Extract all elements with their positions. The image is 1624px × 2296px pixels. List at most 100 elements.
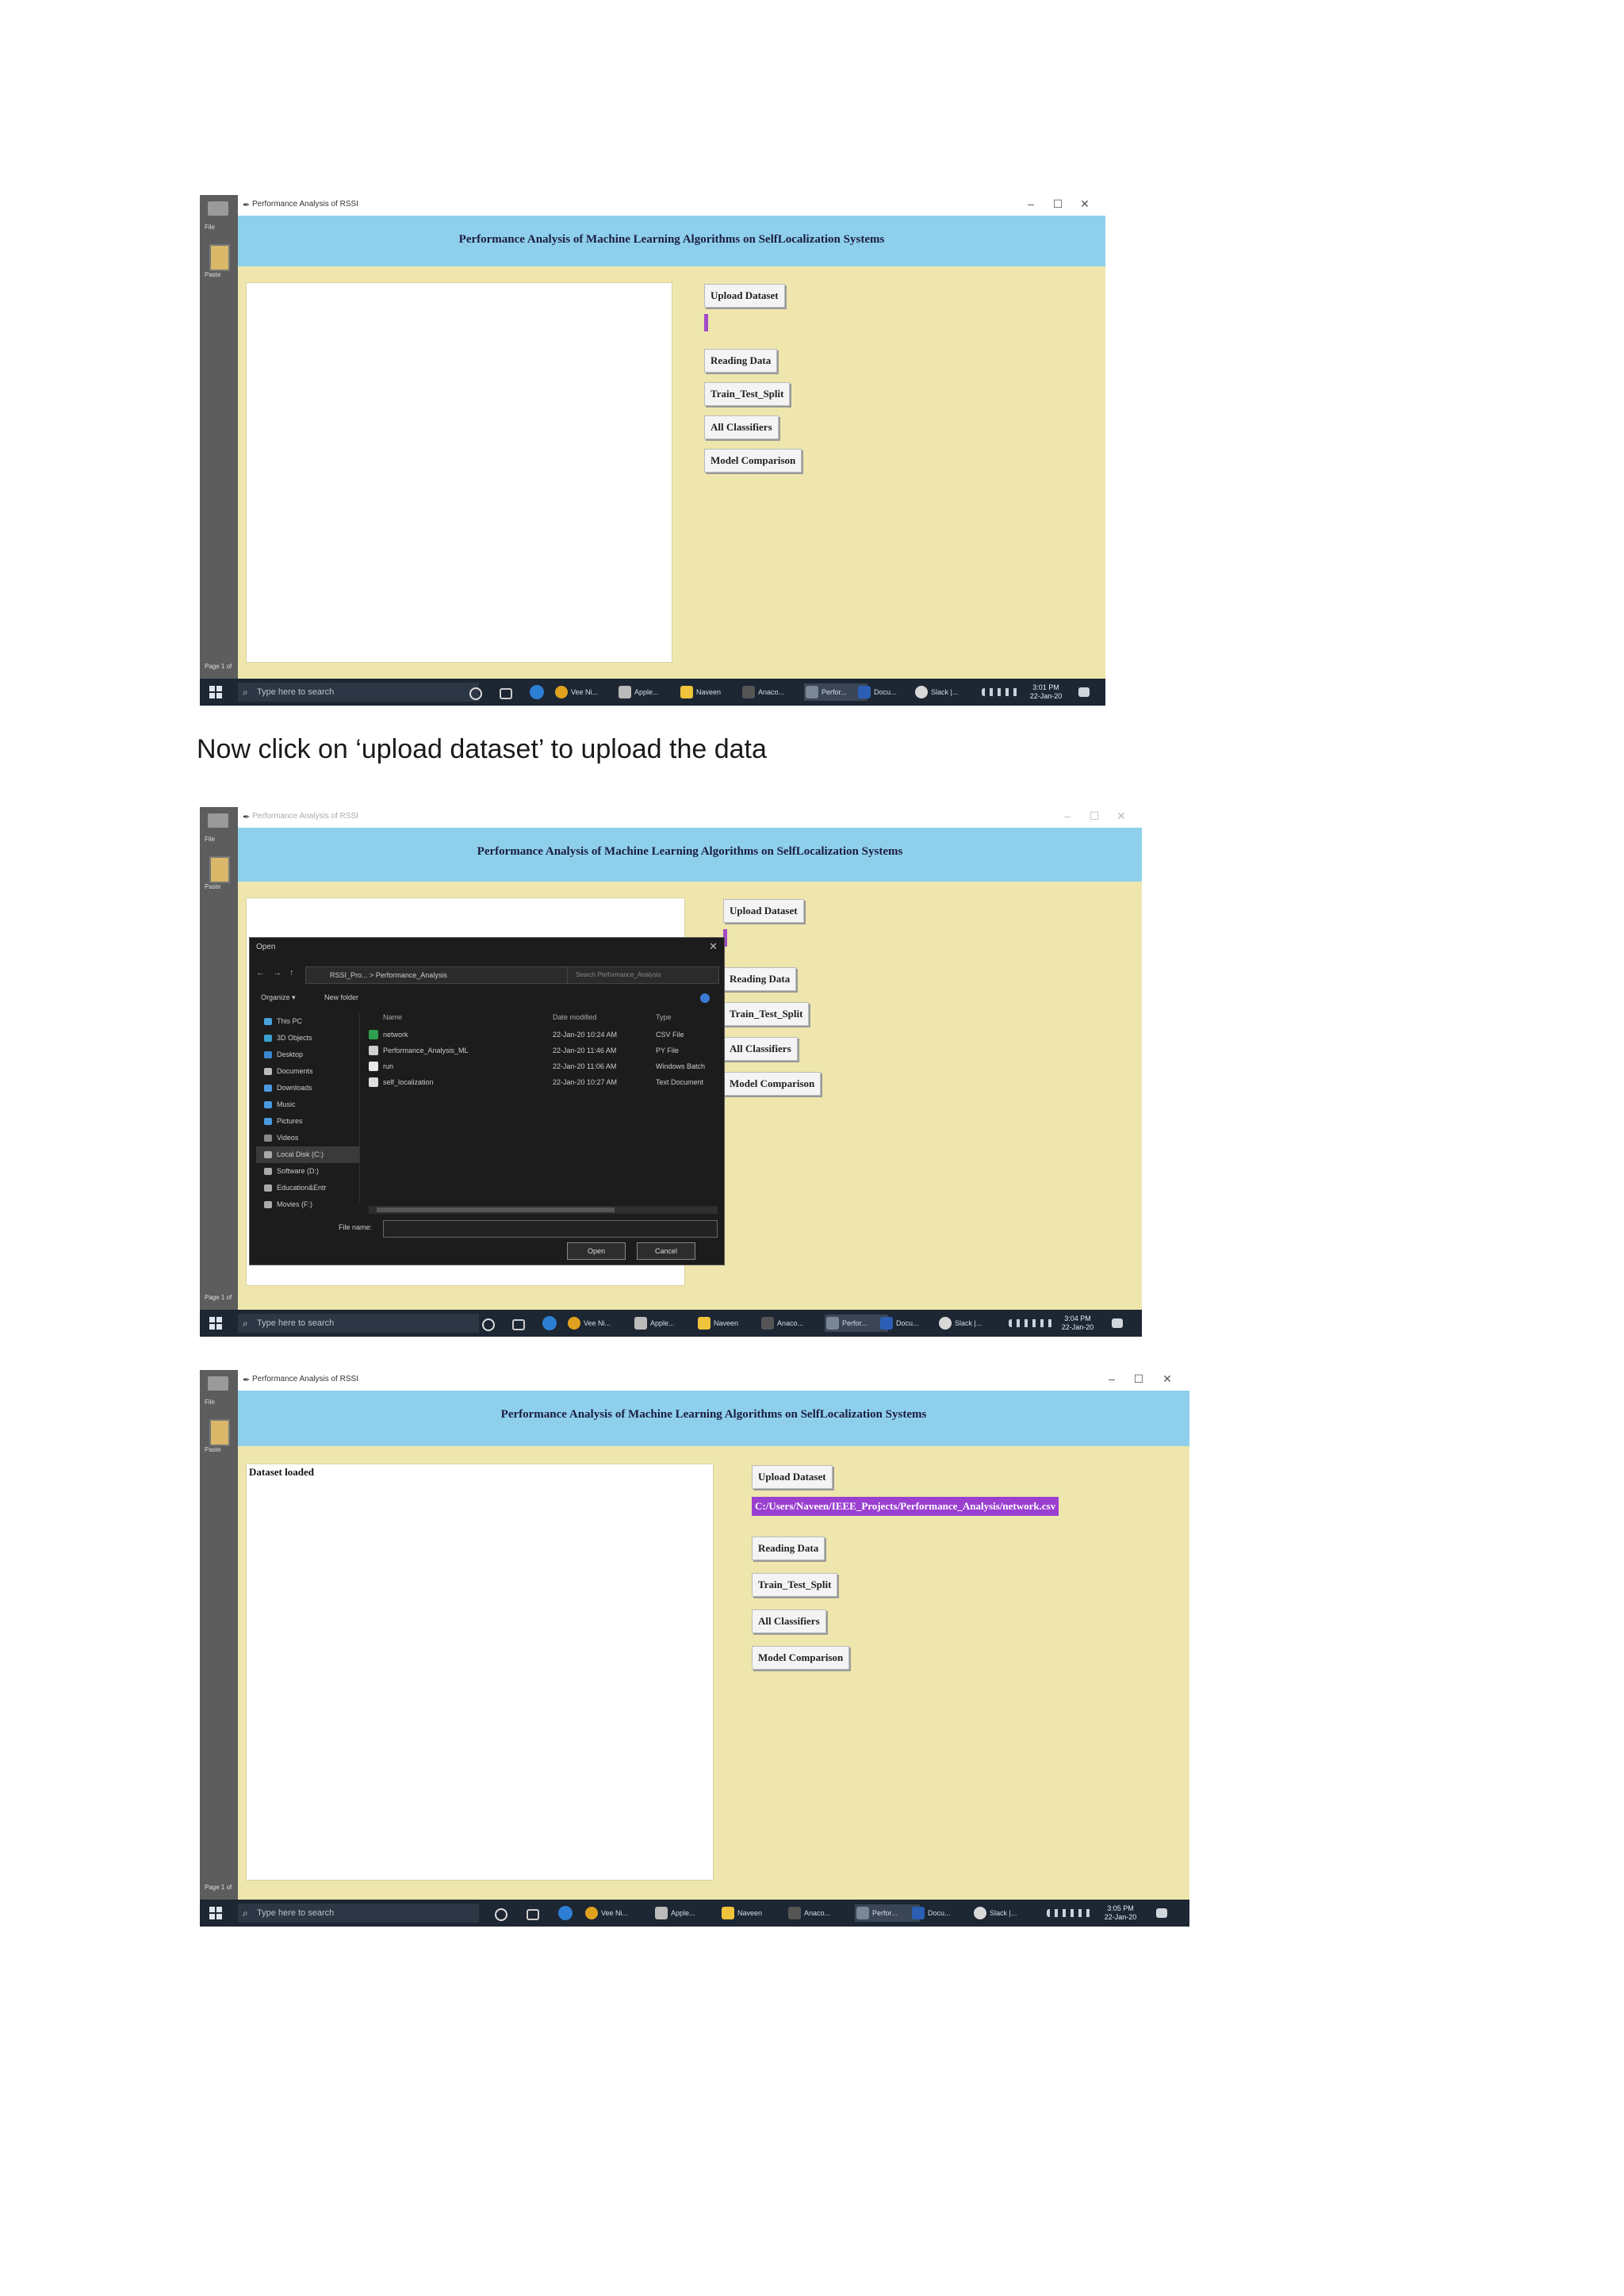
model-comparison-button[interactable]: Model Comparison [723, 1072, 822, 1096]
column-name[interactable]: Name [383, 1013, 402, 1021]
minimize-icon[interactable]: – [1020, 197, 1042, 210]
paste-icon[interactable] [209, 856, 230, 883]
file-row[interactable]: network 22-Jan-20 10:24 AM CSV File [369, 1027, 718, 1043]
windows-start-icon[interactable] [209, 1317, 222, 1330]
taskbar-app-anaconda[interactable]: Anaco... [741, 683, 784, 701]
nav-local-disk-c[interactable]: Local Disk (C:) [256, 1146, 359, 1163]
taskbar-app-anaconda[interactable]: Anaco... [760, 1314, 803, 1332]
taskbar-app-chrome[interactable]: Vee Ni... [584, 1904, 628, 1922]
taskbar-app-explorer[interactable]: Naveen [696, 1314, 738, 1332]
taskbar-app-apple[interactable]: Apple... [633, 1314, 675, 1332]
taskbar-clock[interactable]: 3:05 PM 22-Jan-20 [1102, 1904, 1139, 1922]
nav-software-d[interactable]: Software (D:) [256, 1163, 359, 1180]
all-classifiers-button[interactable]: All Classifiers [723, 1037, 798, 1061]
taskbar-app-explorer[interactable]: Naveen [679, 683, 721, 701]
task-view-icon[interactable] [527, 1909, 539, 1920]
file-row[interactable]: self_localization 22-Jan-20 10:27 AM Text … [369, 1074, 718, 1090]
taskbar-clock[interactable]: 3:04 PM 22-Jan-20 [1059, 1314, 1096, 1332]
all-classifiers-button[interactable]: All Classifiers [752, 1609, 826, 1633]
save-icon[interactable] [208, 201, 228, 216]
upload-dataset-button[interactable]: Upload Dataset [704, 284, 785, 308]
maximize-icon[interactable]: ☐ [1047, 197, 1069, 211]
save-icon[interactable] [208, 813, 228, 828]
model-comparison-button[interactable]: Model Comparison [752, 1646, 850, 1670]
task-view-icon[interactable] [512, 1319, 525, 1330]
file-name-input[interactable] [383, 1220, 718, 1238]
edge-icon[interactable] [530, 685, 544, 699]
organize-menu[interactable]: Organize ▾ [261, 993, 296, 1002]
nav-3d-objects[interactable]: 3D Objects [256, 1030, 359, 1047]
maximize-icon[interactable]: ☐ [1128, 1372, 1150, 1386]
column-type[interactable]: Type [656, 1013, 672, 1021]
taskbar-search-input[interactable]: ⌕ Type here to search [238, 1904, 479, 1923]
taskbar-app-chrome[interactable]: Vee Ni... [553, 683, 598, 701]
paste-icon[interactable] [209, 1419, 230, 1446]
taskbar-app-apple[interactable]: Apple... [617, 683, 659, 701]
taskbar-app-anaconda[interactable]: Anaco... [787, 1904, 830, 1922]
tray-icons[interactable] [982, 688, 1021, 696]
tray-icons[interactable] [1047, 1909, 1094, 1917]
nav-desktop[interactable]: Desktop [256, 1047, 359, 1063]
cortana-icon[interactable] [469, 687, 482, 700]
train-test-split-button[interactable]: Train_Test_Split [704, 382, 791, 406]
taskbar-search-input[interactable]: ⌕ Type here to search [238, 1314, 479, 1333]
file-row[interactable]: run 22-Jan-20 11:06 AM Windows Batch [369, 1058, 718, 1074]
reading-data-button[interactable]: Reading Data [752, 1536, 825, 1560]
notifications-icon[interactable] [1112, 1318, 1123, 1328]
edge-icon[interactable] [542, 1316, 557, 1330]
taskbar-app-word[interactable]: Docu... [879, 1314, 919, 1332]
taskbar-app-word[interactable]: Docu... [910, 1904, 951, 1922]
nav-documents[interactable]: Documents [256, 1063, 359, 1080]
output-textarea[interactable] [246, 282, 672, 663]
taskbar-app-chrome[interactable]: Vee Ni... [566, 1314, 611, 1332]
close-icon[interactable]: ✕ [1110, 809, 1132, 823]
reading-data-button[interactable]: Reading Data [704, 349, 778, 373]
taskbar-app-slack[interactable]: Slack |... [972, 1904, 1017, 1922]
nav-movies-f[interactable]: Movies (F:) [256, 1196, 359, 1213]
file-row[interactable]: Performance_Analysis_ML 22-Jan-20 11:46 A… [369, 1043, 718, 1058]
maximize-icon[interactable]: ☐ [1083, 809, 1105, 823]
taskbar-app-slack[interactable]: Slack |... [937, 1314, 982, 1332]
notifications-icon[interactable] [1078, 687, 1090, 697]
output-textarea[interactable]: Dataset loaded [246, 1464, 714, 1881]
taskbar-app-apple[interactable]: Apple... [653, 1904, 695, 1922]
paste-icon[interactable] [209, 244, 230, 271]
task-view-icon[interactable] [500, 688, 512, 699]
tray-icons[interactable] [1009, 1319, 1053, 1327]
horizontal-scrollbar[interactable] [369, 1206, 718, 1214]
help-icon[interactable] [700, 993, 710, 1003]
windows-start-icon[interactable] [209, 686, 222, 698]
nav-music[interactable]: Music [256, 1096, 359, 1113]
open-button[interactable]: Open [567, 1242, 626, 1260]
save-icon[interactable] [208, 1376, 228, 1391]
new-folder-button[interactable]: New folder [324, 993, 358, 1001]
nav-this-pc[interactable]: This PC [256, 1013, 359, 1030]
windows-start-icon[interactable] [209, 1907, 222, 1919]
train-test-split-button[interactable]: Train_Test_Split [723, 1002, 810, 1026]
taskbar-app-slack[interactable]: Slack |... [914, 683, 958, 701]
cortana-icon[interactable] [495, 1908, 508, 1921]
upload-dataset-button[interactable]: Upload Dataset [723, 899, 804, 923]
column-date[interactable]: Date modified [553, 1013, 597, 1021]
dialog-search-input[interactable]: Search Performance_Analysis [567, 966, 719, 984]
notifications-icon[interactable] [1156, 1908, 1167, 1918]
dialog-close-icon[interactable]: ✕ [709, 940, 718, 953]
nav-downloads[interactable]: Downloads [256, 1080, 359, 1096]
taskbar-clock[interactable]: 3:01 PM 22-Jan-20 [1028, 683, 1064, 701]
taskbar-app-explorer[interactable]: Naveen [720, 1904, 762, 1922]
close-icon[interactable]: ✕ [1156, 1372, 1178, 1386]
cancel-button[interactable]: Cancel [637, 1242, 695, 1260]
model-comparison-button[interactable]: Model Comparison [704, 449, 802, 473]
reading-data-button[interactable]: Reading Data [723, 967, 797, 991]
nav-pictures[interactable]: Pictures [256, 1113, 359, 1130]
close-icon[interactable]: ✕ [1074, 197, 1096, 211]
minimize-icon[interactable]: – [1056, 809, 1078, 822]
taskbar-search-input[interactable]: ⌕ Type here to search [238, 683, 479, 702]
nav-arrows[interactable]: ←→↑ [256, 968, 302, 978]
edge-icon[interactable] [558, 1906, 573, 1920]
nav-videos[interactable]: Videos [256, 1130, 359, 1146]
all-classifiers-button[interactable]: All Classifiers [704, 415, 779, 439]
upload-dataset-button[interactable]: Upload Dataset [752, 1465, 833, 1489]
nav-education-e[interactable]: Education&Entr [256, 1180, 359, 1196]
taskbar-app-word[interactable]: Docu... [856, 683, 897, 701]
